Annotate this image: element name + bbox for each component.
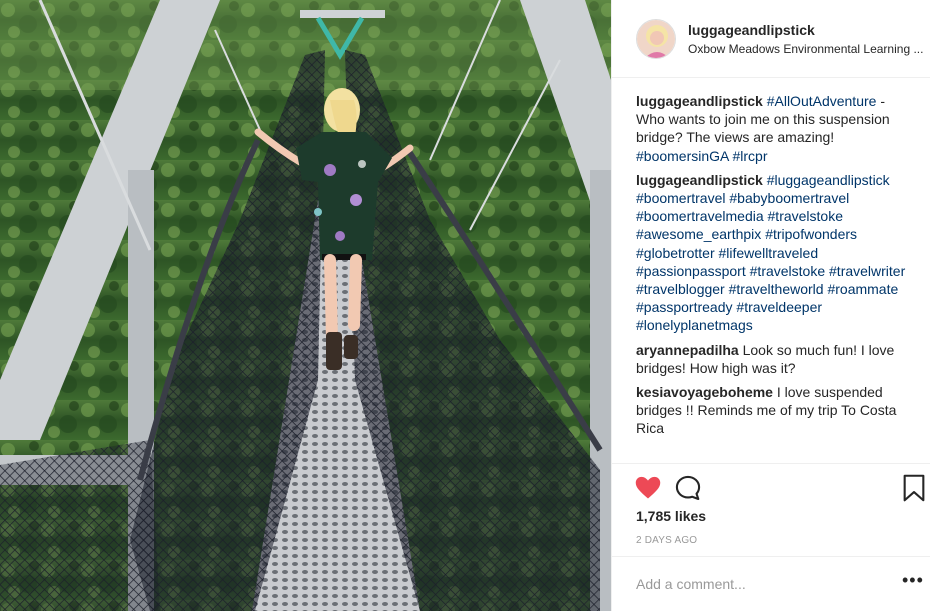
hashtag-link[interactable]: #boomertravelmedia bbox=[636, 208, 764, 224]
comment-author[interactable]: aryannepadilha bbox=[636, 342, 739, 358]
hashtag-link[interactable]: #boomersinGA bbox=[636, 148, 729, 164]
comment-input[interactable] bbox=[636, 576, 876, 592]
hashtag-link[interactable]: #travelwriter bbox=[829, 263, 905, 279]
instagram-post: luggageandlipstick Oxbow Meadows Environ… bbox=[0, 0, 930, 611]
hashtag-link[interactable]: #boomertravel bbox=[636, 190, 726, 206]
heart-icon[interactable] bbox=[634, 474, 662, 502]
header-text: luggageandlipstick Oxbow Meadows Environ… bbox=[688, 21, 928, 57]
hashtag-link[interactable]: #traveltheworld bbox=[729, 281, 824, 297]
likes-count[interactable]: 1,785 likes bbox=[636, 508, 706, 524]
user-comment: aryannepadilha Look so much fun! I love … bbox=[636, 341, 916, 377]
hashtag-link[interactable]: #tripofwonders bbox=[765, 226, 857, 242]
avatar[interactable] bbox=[636, 18, 676, 59]
hashtag-link[interactable]: #passportready bbox=[636, 299, 733, 315]
post-side-panel: luggageandlipstick Oxbow Meadows Environ… bbox=[611, 0, 930, 611]
hashtag-link[interactable]: #babyboomertravel bbox=[729, 190, 849, 206]
hashtag-link[interactable]: #AllOutAdventure bbox=[767, 93, 877, 109]
post-timestamp[interactable]: 2 DAYS AGO bbox=[636, 535, 697, 546]
caption-comment: luggageandlipstick #AllOutAdventure - Wh… bbox=[636, 92, 916, 165]
post-photo[interactable] bbox=[0, 0, 611, 611]
header-location[interactable]: Oxbow Meadows Environmental Learning ... bbox=[688, 41, 928, 57]
user-comment: kesiavoyageboheme I love suspended bridg… bbox=[636, 383, 916, 438]
comment-author[interactable]: kesiavoyageboheme bbox=[636, 384, 773, 400]
comments-list: luggageandlipstick #AllOutAdventure - Wh… bbox=[636, 92, 916, 444]
hashtag-link[interactable]: #traveldeeper bbox=[736, 299, 822, 315]
hashtag-link[interactable]: #travelstoke bbox=[750, 263, 825, 279]
add-comment-section: ••• bbox=[612, 556, 930, 611]
hashtag-link[interactable]: #awesome_earthpix bbox=[636, 226, 761, 242]
comment-author[interactable]: luggageandlipstick bbox=[636, 172, 763, 188]
hashtag-comment: luggageandlipstick #luggageandlipstick #… bbox=[636, 171, 916, 335]
hashtag-link[interactable]: #lrcpr bbox=[733, 148, 768, 164]
more-options-icon[interactable]: ••• bbox=[902, 571, 924, 593]
hashtag-link[interactable]: #globetrotter bbox=[636, 245, 715, 261]
hashtag-link[interactable]: #lifewelltraveled bbox=[719, 245, 819, 261]
suspension-bridge-photo bbox=[0, 0, 611, 611]
comment-bubble-icon[interactable] bbox=[674, 474, 702, 502]
hashtag-link[interactable]: #lonelyplanetmags bbox=[636, 317, 753, 333]
bookmark-icon[interactable] bbox=[902, 474, 930, 502]
hashtag-link[interactable]: #travelblogger bbox=[636, 281, 725, 297]
header-username[interactable]: luggageandlipstick bbox=[688, 21, 928, 39]
hashtag-link[interactable]: #passionpassport bbox=[636, 263, 746, 279]
action-bar bbox=[612, 463, 930, 509]
hashtag-link[interactable]: #travelstoke bbox=[768, 208, 843, 224]
post-header: luggageandlipstick Oxbow Meadows Environ… bbox=[612, 0, 930, 78]
hashtag-link[interactable]: #luggageandlipstick bbox=[767, 172, 890, 188]
hashtag-link[interactable]: #roammate bbox=[827, 281, 898, 297]
comment-author[interactable]: luggageandlipstick bbox=[636, 93, 763, 109]
